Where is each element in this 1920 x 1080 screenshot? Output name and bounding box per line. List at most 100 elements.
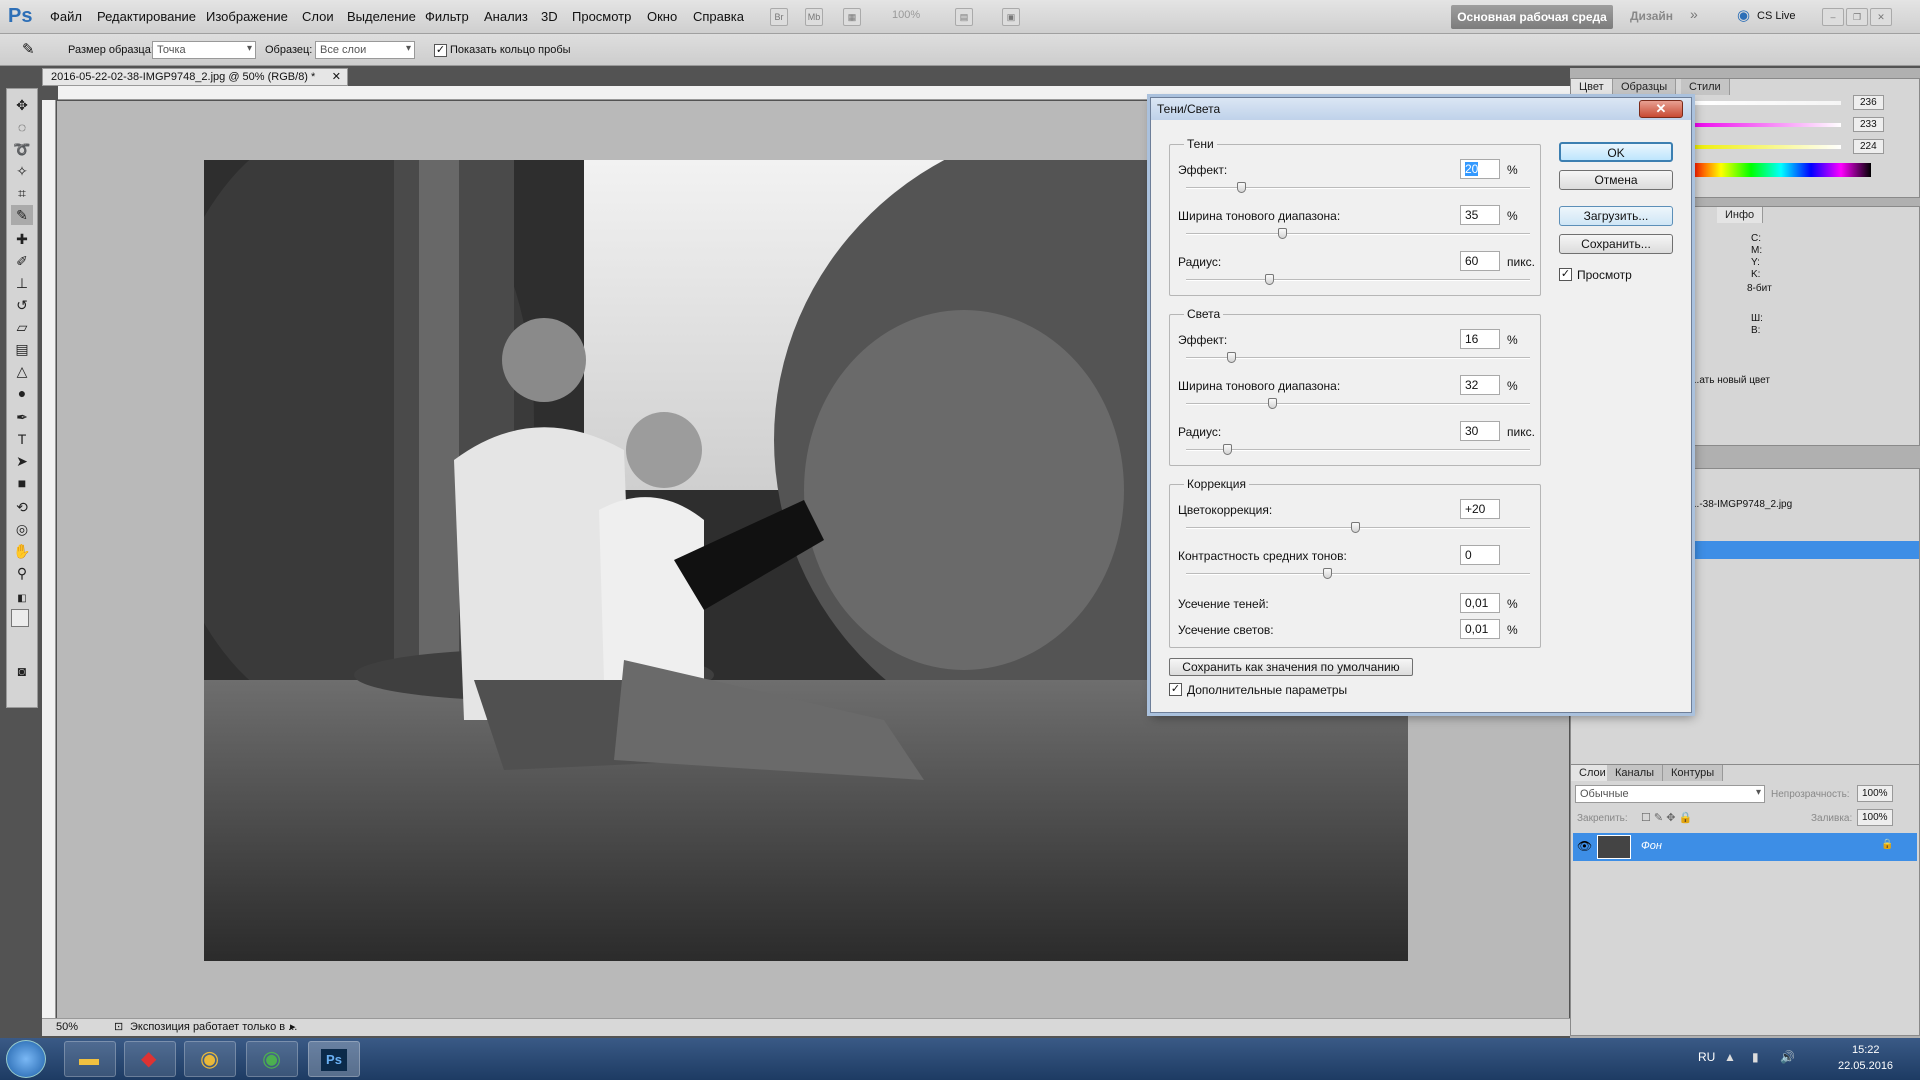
highlights-tonal-slider[interactable] [1186,398,1530,409]
zoom-level[interactable]: 100% [892,9,920,21]
status-zoom[interactable]: 50% [56,1019,78,1036]
history-selected-state[interactable] [1691,541,1919,559]
sample-select[interactable]: Все слои [315,41,415,59]
menu-help[interactable]: Справка [693,9,744,24]
cs-live-label[interactable]: CS Live [1757,10,1796,22]
workspace-design-button[interactable]: Дизайн [1630,9,1673,23]
clock-time[interactable]: 15:22 [1852,1044,1880,1056]
close-document-icon[interactable]: ✕ [332,69,341,85]
show-ring-checkbox[interactable]: ✓ [434,44,447,57]
highlights-amount-slider[interactable] [1186,352,1530,363]
menu-image[interactable]: Изображение [206,9,288,24]
slider-thumb[interactable] [1278,228,1288,239]
layer-name[interactable]: Фон [1641,840,1662,852]
menu-edit[interactable]: Редактирование [97,9,196,24]
clone-stamp-tool-icon[interactable]: ⊥ [11,273,33,293]
menu-filter[interactable]: Фильтр [425,9,469,24]
close-icon[interactable]: ✕ [1870,8,1892,26]
slider-thumb[interactable] [1264,274,1274,285]
tab-swatches[interactable]: Образцы [1613,79,1677,95]
midtone-contrast-input[interactable]: 0 [1460,545,1500,565]
history-snapshot[interactable]: ...-38-IMGP9748_2.jpg [1691,499,1792,510]
minimize-icon[interactable]: – [1822,8,1844,26]
blue-value[interactable]: 224 [1853,139,1884,154]
cs-live-icon[interactable]: ◉ [1737,6,1750,24]
eraser-tool-icon[interactable]: ▱ [11,317,33,337]
lasso-tool-icon[interactable]: ➰ [11,139,33,159]
menu-view[interactable]: Просмотр [572,9,631,24]
shadows-radius-slider[interactable] [1186,274,1530,285]
blue-slider[interactable] [1691,145,1841,149]
volume-icon[interactable]: 🔊 [1780,1050,1795,1064]
crop-tool-icon[interactable]: ⌗ [11,183,33,203]
foreground-color-swatch[interactable] [11,609,29,627]
menu-analysis[interactable]: Анализ [484,9,528,24]
shadows-tonal-input[interactable]: 35 [1460,205,1500,225]
view-extras-icon[interactable]: ▦ [843,8,861,26]
slider-thumb[interactable] [1268,398,1277,409]
tab-channels[interactable]: Каналы [1607,765,1664,781]
preview-checkbox[interactable]: ✓ [1559,268,1572,281]
clock-date[interactable]: 22.05.2016 [1838,1060,1893,1072]
blend-mode-select[interactable]: Обычные [1575,785,1765,803]
restore-icon[interactable]: ❐ [1846,8,1868,26]
3d-rotate-tool-icon[interactable]: ⟲ [11,497,33,517]
pen-tool-icon[interactable]: ✒ [11,407,33,427]
menu-layers[interactable]: Слои [302,9,334,24]
marquee-tool-icon[interactable]: ◌ [11,117,33,137]
document-tab[interactable]: 2016-05-22-02-38-IMGP9748_2.jpg @ 50% (R… [42,68,348,86]
bridge-icon[interactable]: Br [770,8,788,26]
picasa-taskbar-icon[interactable]: ◆ [124,1041,176,1077]
highlights-radius-input[interactable]: 30 [1460,421,1500,441]
eye-icon[interactable]: 👁 [1577,839,1592,853]
tab-info[interactable]: Инфо [1717,207,1764,223]
shadows-amount-slider[interactable] [1186,182,1530,193]
ok-button[interactable]: OK [1559,142,1673,162]
type-tool-icon[interactable]: T [11,429,33,449]
more-options-checkbox[interactable]: ✓ [1169,683,1182,696]
history-brush-tool-icon[interactable]: ↺ [11,295,33,315]
save-button[interactable]: Сохранить... [1559,234,1673,254]
tab-styles[interactable]: Стили [1681,79,1730,95]
save-as-defaults-button[interactable]: Сохранить как значения по умолчанию [1169,658,1413,676]
arrange-documents-icon[interactable]: ▤ [955,8,973,26]
more-workspaces-icon[interactable]: » [1690,6,1698,22]
quick-mask-icon[interactable]: ◙ [11,661,33,681]
start-button[interactable] [6,1040,46,1078]
default-colors-icon[interactable]: ◧ [11,589,33,609]
move-tool-icon[interactable]: ✥ [11,95,33,115]
fill-value[interactable]: 100% [1857,809,1893,826]
color-correction-slider[interactable] [1186,522,1530,533]
highlights-amount-input[interactable]: 16 [1460,329,1500,349]
color-correction-input[interactable]: +20 [1460,499,1500,519]
tab-color[interactable]: Цвет [1571,79,1613,95]
dialog-title[interactable]: Тени/Света [1151,98,1691,120]
tray-arrow-icon[interactable]: ▲ [1724,1050,1736,1064]
highlights-tonal-input[interactable]: 32 [1460,375,1500,395]
slider-thumb[interactable] [1223,444,1233,455]
shadows-radius-input[interactable]: 60 [1460,251,1500,271]
menu-window[interactable]: Окно [647,9,677,24]
cancel-button[interactable]: Отмена [1559,170,1673,190]
highlights-radius-slider[interactable] [1186,444,1530,455]
menu-3d[interactable]: 3D [541,9,558,24]
dodge-tool-icon[interactable]: ● [11,383,33,403]
healing-brush-tool-icon[interactable]: ✚ [11,229,33,249]
photoshop-taskbar-icon[interactable]: Ps [308,1041,360,1077]
status-info-icon[interactable]: ⊡ [114,1019,123,1036]
shape-tool-icon[interactable]: ■ [11,473,33,493]
language-indicator[interactable]: RU [1698,1050,1715,1064]
eyedropper-tool-icon[interactable]: ✎ [11,205,33,225]
opacity-value[interactable]: 100% [1857,785,1893,802]
chrome-taskbar-icon[interactable]: ◉ [184,1041,236,1077]
sample-size-select[interactable]: Точка [152,41,256,59]
status-menu-arrow-icon[interactable]: ▸ [290,1019,296,1036]
network-icon[interactable]: ▮ [1752,1050,1759,1064]
layer-row[interactable]: 👁 Фон 🔒 [1573,833,1917,861]
blur-tool-icon[interactable]: △ [11,361,33,381]
explorer-taskbar-icon[interactable]: ▬ [64,1041,116,1077]
menu-select[interactable]: Выделение [347,9,416,24]
white-clip-input[interactable]: 0,01 [1460,619,1500,639]
path-select-tool-icon[interactable]: ➤ [11,451,33,471]
black-clip-input[interactable]: 0,01 [1460,593,1500,613]
